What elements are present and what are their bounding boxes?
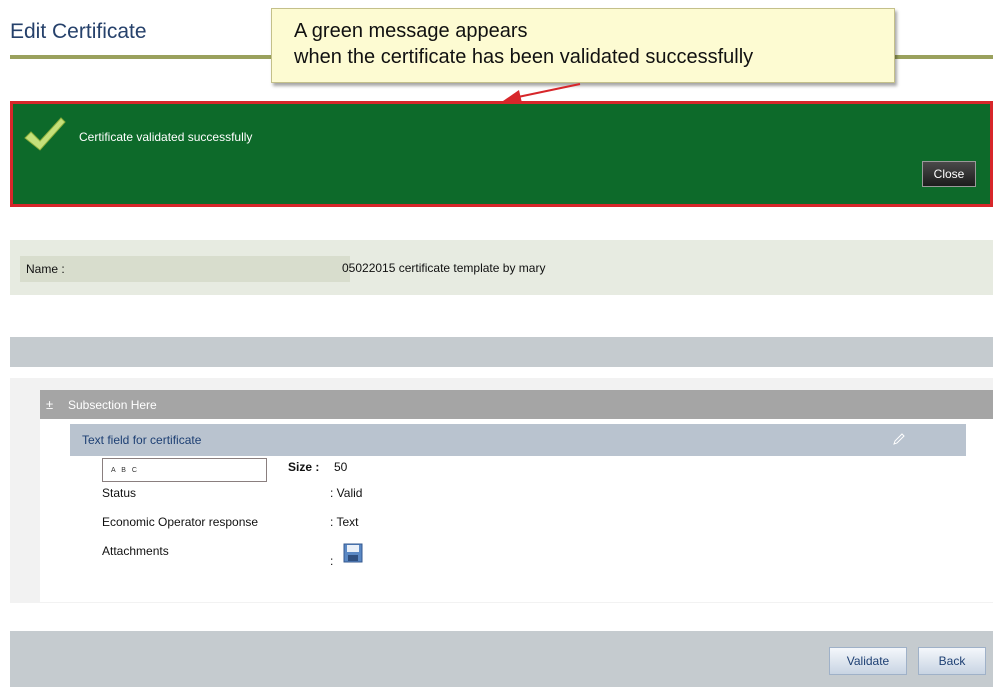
attachments-label: Attachments [102,544,169,558]
field-header: Text field for certificate [70,424,966,456]
callout-line-1: A green message appears [294,20,528,42]
status-label: Status [102,486,137,500]
page-title: Edit Certificate [10,20,147,43]
section-title: Subsection Here [68,398,157,412]
save-icon[interactable] [343,543,363,563]
eo-response-label: Economic Operator response [102,515,259,529]
validate-button[interactable]: Validate [829,647,907,675]
success-message: Certificate validated successfully [79,130,253,144]
bottom-bar: Validate Back [10,631,993,687]
section-header[interactable]: ± Subsection Here [40,390,993,419]
pencil-icon[interactable] [892,432,906,446]
callout-box: A green message appears when the certifi… [271,8,895,83]
eo-response-value: : Text [330,515,359,529]
grey-toolbar [10,337,993,367]
close-button[interactable]: Close [922,161,976,187]
text-field-input[interactable] [102,458,267,482]
name-panel: Name : 05022015 certificate template by … [10,240,993,295]
size-value: 50 [334,460,348,474]
name-label: Name : [20,256,350,282]
name-value: 05022015 certificate template by mary [342,261,546,275]
field-title: Text field for certificate [82,433,202,447]
success-panel: Certificate validated successfully Close [10,101,993,207]
size-label: Size : [288,460,320,474]
expand-collapse-icon[interactable]: ± [46,397,53,412]
checkmark-icon [24,117,66,151]
attachments-value: : [330,554,334,568]
status-value: : Valid [330,486,363,500]
back-button[interactable]: Back [918,647,986,675]
callout-line-2: when the certificate has been validated … [294,46,754,68]
